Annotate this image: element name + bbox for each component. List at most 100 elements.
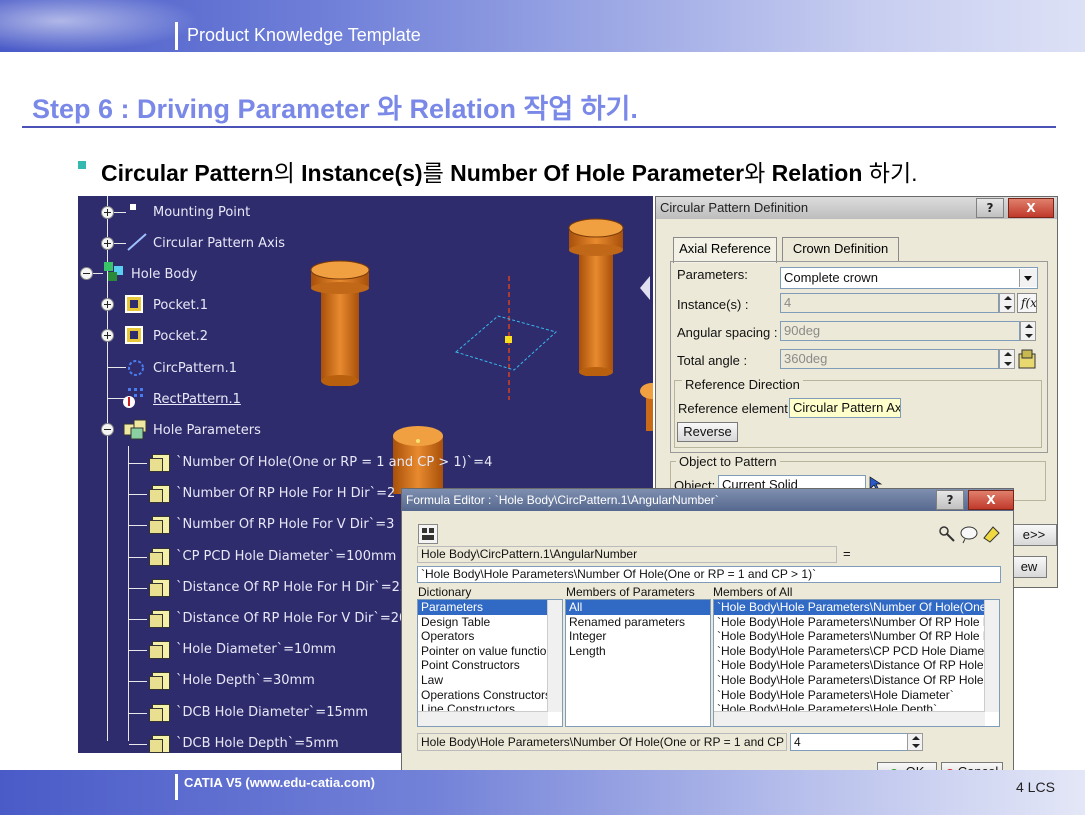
close-button[interactable]: X [1008, 198, 1054, 218]
tree-node-rectpattern1[interactable]: RectPattern.1 [153, 392, 241, 407]
header-title: Product Knowledge Template [187, 25, 421, 45]
footer-divider [175, 774, 178, 800]
bullet-part: Relation [771, 160, 863, 186]
collapse-icon[interactable] [81, 268, 92, 279]
members-of-all-list[interactable]: `Hole Body\Hole Parameters\Number Of Hol… [713, 599, 1000, 727]
dictionary-label: Dictionary [418, 585, 472, 599]
dictionary-item[interactable]: Point Constructors [418, 658, 562, 673]
members-parameter-item[interactable]: Integer [566, 629, 710, 644]
tab-crown-definition[interactable]: Crown Definition [782, 237, 899, 261]
tab-axial-reference[interactable]: Axial Reference [673, 237, 777, 263]
members-all-item[interactable]: `Hole Body\Hole Parameters\Hole Diameter… [714, 688, 999, 703]
dictionary-item[interactable]: Parameters [418, 600, 562, 615]
members-of-parameters-label: Members of Parameters [566, 585, 695, 599]
tree-node-parameter[interactable]: `Number Of Hole(One or RP = 1 and CP > 1… [176, 455, 492, 470]
parameter-lock-icon[interactable] [1017, 348, 1037, 370]
members-parameter-item[interactable]: Renamed parameters [566, 615, 710, 630]
expand-icon[interactable] [102, 330, 113, 341]
members-all-item[interactable]: `Hole Body\Hole Parameters\Number Of RP … [714, 615, 999, 630]
dictionary-item[interactable]: Operators [418, 629, 562, 644]
formula-tool-icon[interactable] [418, 524, 438, 544]
members-of-all-label: Members of All [713, 585, 793, 599]
tree-node-parameter[interactable]: `DCB Hole Depth`=5mm [176, 736, 339, 751]
expand-icon[interactable] [102, 238, 113, 249]
bullet-part: 를 [422, 160, 451, 186]
more-button[interactable]: e>> [1011, 524, 1057, 546]
tree-node-parameter[interactable]: `Number Of RP Hole For V Dir`=3 [176, 517, 394, 532]
members-parameter-item[interactable]: Length [566, 644, 710, 659]
tree-node-parameter[interactable]: `Hole Depth`=30mm [176, 673, 315, 688]
instances-label: Instance(s) : [677, 297, 749, 312]
members-parameters-items: All Renamed parameters Integer Length [566, 600, 710, 658]
bullet-part: 의 [273, 160, 302, 186]
tree-node-pocket2[interactable]: Pocket.2 [153, 329, 208, 344]
tree-node-parameter[interactable]: `CP PCD Hole Diameter`=100mm [176, 549, 396, 564]
compass-icon [640, 276, 650, 300]
step-underline [22, 126, 1056, 128]
parameter-icon [149, 641, 170, 660]
members-all-item[interactable]: `Hole Body\Hole Parameters\Distance Of R… [714, 658, 999, 673]
reference-direction-label: Reference Direction [682, 377, 803, 392]
members-all-item[interactable]: `Hole Body\Hole Parameters\Distance Of R… [714, 673, 999, 688]
members-of-parameters-list[interactable]: All Renamed parameters Integer Length [565, 599, 711, 727]
angular-spacing-stepper[interactable] [1020, 321, 1036, 341]
total-angle-stepper[interactable] [999, 349, 1015, 369]
dialog-titlebar: Formula Editor : `Hole Body\CircPattern.… [402, 489, 1013, 511]
tree-node-parameter[interactable]: `Distance Of RP Hole For V Dir`=20mm [176, 611, 433, 626]
reference-element-field[interactable]: Circular Pattern Ax [789, 398, 901, 418]
eraser-icon[interactable] [981, 524, 1001, 544]
members-all-item[interactable]: `Hole Body\Hole Parameters\Number Of RP … [714, 629, 999, 644]
dictionary-list[interactable]: Parameters Design Table Operators Pointer o… [417, 599, 563, 727]
tree-node-pocket1[interactable]: Pocket.1 [153, 298, 208, 313]
scrollbar[interactable] [418, 711, 548, 726]
dictionary-item[interactable]: Operations Constructors [418, 688, 562, 703]
tree-node-parameter[interactable]: `DCB Hole Diameter`=15mm [176, 705, 368, 720]
reverse-button[interactable]: Reverse [677, 422, 738, 442]
expand-icon[interactable] [102, 299, 113, 310]
tree-node-parameter[interactable]: `Distance Of RP Hole For H Dir`=25mm [176, 580, 433, 595]
comment-icon[interactable] [959, 524, 979, 544]
equals-sign: = [843, 546, 851, 561]
reference-axis [454, 276, 558, 400]
point-icon [130, 204, 136, 210]
measure-icon[interactable] [937, 524, 957, 544]
scrollbar[interactable] [547, 600, 562, 712]
close-button[interactable]: X [968, 490, 1014, 510]
collapse-icon[interactable] [102, 424, 113, 435]
expand-icon[interactable] [102, 207, 113, 218]
preview-button[interactable]: ew [1011, 556, 1047, 578]
tree-node-hole-body[interactable]: Hole Body [131, 267, 197, 282]
tree-connector [129, 556, 147, 558]
tree-node-hole-parameters[interactable]: Hole Parameters [153, 423, 261, 438]
dictionary-item[interactable]: Law [418, 673, 562, 688]
dictionary-item[interactable]: Pointer on value function [418, 644, 562, 659]
footer-brand: CATIA V5 (www.edu-catia.com) [184, 775, 375, 790]
angular-spacing-field[interactable]: 90deg [780, 321, 1020, 341]
scrollbar[interactable] [714, 711, 985, 726]
scrollbar[interactable] [984, 600, 999, 712]
formula-icon[interactable]: f(x) [1017, 293, 1037, 313]
parameter-value-stepper[interactable] [907, 733, 923, 751]
rectangular-pattern-icon [123, 388, 143, 408]
tree-node-circular-pattern-axis[interactable]: Circular Pattern Axis [153, 236, 285, 251]
tree-node-parameter[interactable]: `Hole Diameter`=10mm [176, 642, 336, 657]
formula-input[interactable]: `Hole Body\Hole Parameters\Number Of Hol… [417, 566, 1001, 583]
tree-node-mounting-point[interactable]: Mounting Point [153, 205, 250, 220]
dictionary-item[interactable]: Design Table [418, 615, 562, 630]
instances-stepper[interactable] [999, 293, 1015, 313]
cylinder-feature [640, 383, 653, 431]
total-angle-field[interactable]: 360deg [780, 349, 999, 369]
members-all-item[interactable]: `Hole Body\Hole Parameters\Number Of Hol… [714, 600, 999, 615]
parameter-value-field[interactable]: 4 [790, 733, 908, 751]
parameters-select[interactable]: Complete crown [780, 267, 1038, 289]
help-button[interactable]: ? [936, 490, 964, 510]
help-button[interactable]: ? [976, 198, 1004, 218]
instances-field[interactable]: 4 [780, 293, 999, 313]
chevron-down-icon[interactable] [1019, 269, 1037, 287]
members-parameter-item[interactable]: All [566, 600, 710, 615]
formula-editor-dialog: Formula Editor : `Hole Body\CircPattern.… [401, 488, 1014, 791]
tree-node-parameter[interactable]: `Number Of RP Hole For H Dir`=2 [176, 486, 395, 501]
members-all-item[interactable]: `Hole Body\Hole Parameters\CP PCD Hole D… [714, 644, 999, 659]
tree-connector [129, 525, 147, 527]
tree-node-circpattern1[interactable]: CircPattern.1 [153, 361, 237, 376]
